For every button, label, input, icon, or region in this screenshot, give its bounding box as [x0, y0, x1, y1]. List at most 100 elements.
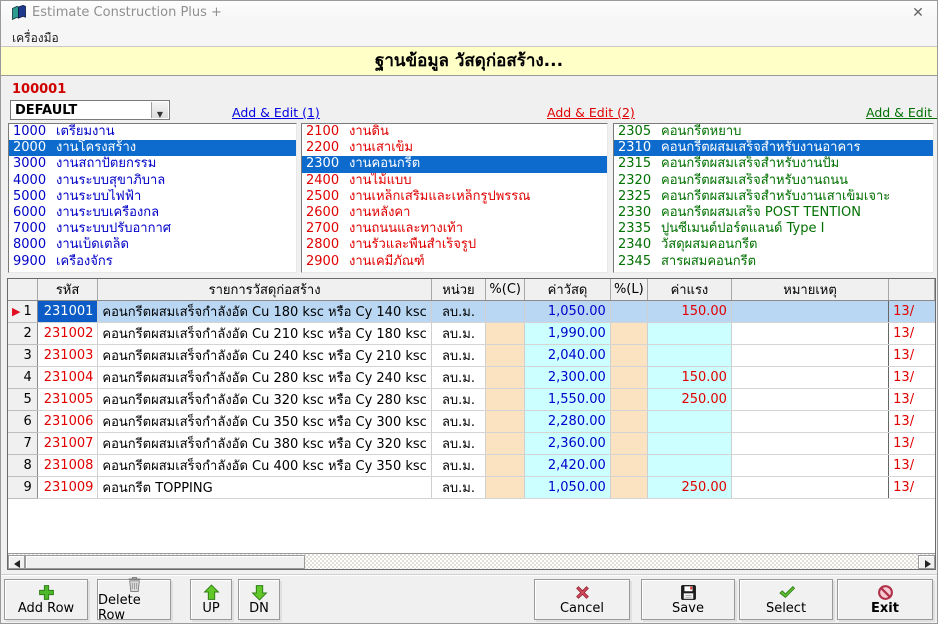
- material-cost-cell[interactable]: 1,050.00: [525, 301, 611, 323]
- list-item[interactable]: 2800 งานรั้วและพื้นสำเร็จรูป: [302, 237, 607, 253]
- list-item[interactable]: 7000 งานระบบปรับอากาศ: [9, 221, 296, 237]
- table-row[interactable]: ▶3 231003 คอนกรีตผสมเสร็จกำลังอัด Cu 240…: [8, 345, 935, 367]
- note-cell[interactable]: [731, 301, 888, 323]
- material-cost-cell[interactable]: 1,550.00: [525, 389, 611, 411]
- list-item[interactable]: 2200 งานเสาเข็ม: [302, 140, 607, 156]
- date-cell[interactable]: 13/: [889, 323, 935, 345]
- note-cell[interactable]: [731, 477, 888, 499]
- list-item[interactable]: 2340 วัสดุผสมคอนกรีต: [614, 237, 933, 253]
- table-row[interactable]: ▶6 231006 คอนกรีตผสมเสร็จกำลังอัด Cu 350…: [8, 411, 935, 433]
- list-item[interactable]: 2305 คอนกรีตหยาบ: [614, 124, 933, 140]
- date-cell[interactable]: 13/: [889, 455, 935, 477]
- list-item[interactable]: 1000 เตรียมงาน: [9, 124, 296, 140]
- note-cell[interactable]: [731, 411, 888, 433]
- unit-cell[interactable]: ลบ.ม.: [431, 411, 485, 433]
- row-number-cell[interactable]: ▶6: [8, 411, 37, 433]
- percent-l-cell[interactable]: [610, 477, 647, 499]
- unit-cell[interactable]: ลบ.ม.: [431, 367, 485, 389]
- scroll-left-icon[interactable]: [8, 555, 25, 569]
- list-item[interactable]: 2330 คอนกรีตผสมเสร็จ POST TENTION: [614, 205, 933, 221]
- row-number-cell[interactable]: ▶3: [8, 345, 37, 367]
- unit-cell[interactable]: ลบ.ม.: [431, 433, 485, 455]
- note-cell[interactable]: [731, 389, 888, 411]
- list-item[interactable]: 2320 คอนกรีตผสมเสร็จสำหรับงานถนน: [614, 173, 933, 189]
- table-row[interactable]: ▶4 231004 คอนกรีตผสมเสร็จกำลังอัด Cu 280…: [8, 367, 935, 389]
- row-number-cell[interactable]: ▶5: [8, 389, 37, 411]
- list-item[interactable]: 2700 งานถนนและทางเท้า: [302, 221, 607, 237]
- date-cell[interactable]: 13/: [889, 433, 935, 455]
- labor-cost-cell[interactable]: 250.00: [647, 389, 731, 411]
- table-row[interactable]: ▶8 231008 คอนกรีตผสมเสร็จกำลังอัด Cu 400…: [8, 455, 935, 477]
- row-number-cell[interactable]: ▶4: [8, 367, 37, 389]
- percent-c-cell[interactable]: [486, 389, 525, 411]
- list-item[interactable]: 2345 สารผสมคอนกรีต: [614, 254, 933, 270]
- code-cell[interactable]: 231007: [37, 433, 98, 455]
- code-cell[interactable]: 231006: [37, 411, 98, 433]
- percent-l-cell[interactable]: [610, 455, 647, 477]
- add-edit-2-link[interactable]: Add & Edit (2): [547, 105, 635, 120]
- list-item[interactable]: 6000 งานระบบเครื่องกล: [9, 205, 296, 221]
- row-number-cell[interactable]: ▶2: [8, 323, 37, 345]
- add-row-button[interactable]: Add Row: [4, 579, 88, 620]
- note-cell[interactable]: [731, 367, 888, 389]
- row-number-cell[interactable]: ▶7: [8, 433, 37, 455]
- labor-cost-cell[interactable]: 250.00: [647, 477, 731, 499]
- date-cell[interactable]: 13/: [889, 301, 935, 323]
- percent-c-cell[interactable]: [486, 477, 525, 499]
- table-row[interactable]: ▶5 231005 คอนกรีตผสมเสร็จกำลังอัด Cu 320…: [8, 389, 935, 411]
- table-row[interactable]: ▶9 231009 คอนกรีต TOPPING ลบ.ม. 1,050.00…: [8, 477, 935, 499]
- percent-c-cell[interactable]: [486, 301, 525, 323]
- exit-button[interactable]: Exit: [837, 579, 933, 620]
- row-number-cell[interactable]: ▶9: [8, 477, 37, 499]
- description-cell[interactable]: คอนกรีตผสมเสร็จกำลังอัด Cu 400 ksc หรือ …: [98, 455, 431, 477]
- note-cell[interactable]: [731, 455, 888, 477]
- percent-c-cell[interactable]: [486, 433, 525, 455]
- table-row[interactable]: ▶1 231001 คอนกรีตผสมเสร็จกำลังอัด Cu 180…: [8, 301, 935, 323]
- horizontal-scrollbar[interactable]: [8, 553, 935, 569]
- list-item[interactable]: 2315 คอนกรีตผสมเสร็จสำหรับงานปั๊ม: [614, 156, 933, 172]
- percent-l-cell[interactable]: [610, 301, 647, 323]
- percent-c-cell[interactable]: [486, 345, 525, 367]
- list-item[interactable]: 5000 งานระบบไฟฟ้า: [9, 189, 296, 205]
- description-cell[interactable]: คอนกรีตผสมเสร็จกำลังอัด Cu 350 ksc หรือ …: [98, 411, 431, 433]
- percent-c-cell[interactable]: [486, 411, 525, 433]
- note-cell[interactable]: [731, 433, 888, 455]
- note-cell[interactable]: [731, 345, 888, 367]
- date-cell[interactable]: 13/: [889, 389, 935, 411]
- unit-cell[interactable]: ลบ.ม.: [431, 477, 485, 499]
- date-cell[interactable]: 13/: [889, 345, 935, 367]
- date-cell[interactable]: 13/: [889, 477, 935, 499]
- add-edit-1-link[interactable]: Add & Edit (1): [232, 105, 320, 120]
- percent-c-cell[interactable]: [486, 367, 525, 389]
- chevron-down-icon[interactable]: ▼: [151, 102, 168, 118]
- material-cost-cell[interactable]: 2,040.00: [525, 345, 611, 367]
- description-cell[interactable]: คอนกรีตผสมเสร็จกำลังอัด Cu 380 ksc หรือ …: [98, 433, 431, 455]
- row-number-cell[interactable]: ▶8: [8, 455, 37, 477]
- list-item[interactable]: 2325 คอนกรีตผสมเสร็จสำหรับงานเสาเข็มเจาะ: [614, 189, 933, 205]
- unit-cell[interactable]: ลบ.ม.: [431, 345, 485, 367]
- material-cost-cell[interactable]: 2,420.00: [525, 455, 611, 477]
- move-down-button[interactable]: DN: [238, 579, 280, 620]
- list-item[interactable]: 2335 ปูนซีเมนต์ปอร์ตแลนด์ Type I: [614, 221, 933, 237]
- list-item[interactable]: 2310 คอนกรีตผสมเสร็จสำหรับงานอาคาร: [614, 140, 933, 156]
- percent-c-cell[interactable]: [486, 323, 525, 345]
- list-item[interactable]: 9900 เครื่องจักร: [9, 254, 296, 270]
- percent-c-cell[interactable]: [486, 455, 525, 477]
- code-cell[interactable]: 231004: [37, 367, 98, 389]
- save-button[interactable]: Save: [641, 579, 735, 620]
- code-cell[interactable]: 231008: [37, 455, 98, 477]
- note-cell[interactable]: [731, 323, 888, 345]
- template-dropdown[interactable]: DEFAULT ▼: [10, 100, 170, 120]
- select-button[interactable]: Select: [739, 579, 833, 620]
- labor-cost-cell[interactable]: [647, 323, 731, 345]
- table-row[interactable]: ▶2 231002 คอนกรีตผสมเสร็จกำลังอัด Cu 210…: [8, 323, 935, 345]
- unit-cell[interactable]: ลบ.ม.: [431, 323, 485, 345]
- table-row[interactable]: ▶7 231007 คอนกรีตผสมเสร็จกำลังอัด Cu 380…: [8, 433, 935, 455]
- code-cell[interactable]: 231009: [37, 477, 98, 499]
- material-cost-cell[interactable]: 2,300.00: [525, 367, 611, 389]
- list-item[interactable]: 2900 งานเคมีภัณฑ์: [302, 254, 607, 270]
- percent-l-cell[interactable]: [610, 389, 647, 411]
- labor-cost-cell[interactable]: [647, 345, 731, 367]
- labor-cost-cell[interactable]: 150.00: [647, 301, 731, 323]
- description-cell[interactable]: คอนกรีตผสมเสร็จกำลังอัด Cu 210 ksc หรือ …: [98, 323, 431, 345]
